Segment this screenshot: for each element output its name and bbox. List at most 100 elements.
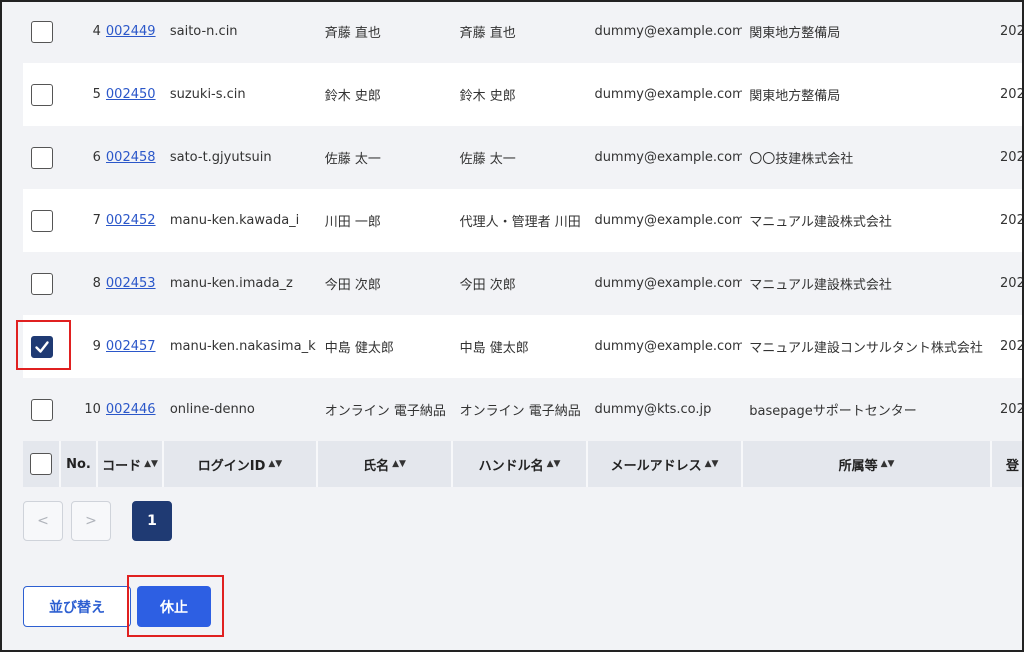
row-checkbox[interactable]: [30, 335, 53, 358]
header-no: No.: [61, 441, 98, 487]
row-checkbox-cell: [23, 83, 61, 106]
row-code-link[interactable]: 002457: [106, 339, 156, 354]
row-registered: 202: [1000, 213, 1024, 228]
table-footer-header: No. コード ▲▼ ログインID ▲▼ 氏名 ▲▼ ハンドル名 ▲▼ メールアドレス ▲…: [23, 441, 1024, 487]
row-registered: 202: [1000, 276, 1024, 291]
row-login-id: saito-n.cin: [169, 24, 238, 39]
row-checkbox[interactable]: [30, 272, 53, 295]
table-row: 9 002457 manu-ken.nakasima_k 中島 健太郎 中島 健太郎 du…: [23, 315, 1024, 378]
row-code-cell: 002446: [106, 402, 163, 417]
row-mail: dummy@example.com: [594, 24, 743, 39]
header-handle[interactable]: ハンドル名 ▲▼: [453, 441, 588, 487]
row-checkbox[interactable]: [30, 20, 53, 43]
row-org: basepageサポートセンター: [749, 404, 917, 419]
row-code-link[interactable]: 002449: [106, 24, 156, 39]
row-code-link[interactable]: 002450: [106, 87, 156, 102]
suspend-button[interactable]: 休止: [137, 586, 211, 627]
row-checkbox[interactable]: [30, 209, 53, 232]
row-checkbox-cell: [23, 272, 61, 295]
row-login-id: manu-ken.imada_z: [169, 276, 293, 291]
pagination: < > 1: [23, 501, 180, 541]
row-mail: dummy@kts.co.jp: [594, 402, 712, 417]
table-row: 4 002449 saito-n.cin 斉藤 直也 斉藤 直也 dummy@exampl…: [23, 0, 1024, 63]
table-row: 10 002446 online-denno オンライン 電子納品 オンライン 電子納品…: [23, 378, 1024, 441]
row-code-link[interactable]: 002452: [106, 213, 156, 228]
sort-icon: ▲▼: [144, 459, 158, 469]
row-handle: 鈴木 史郎: [459, 89, 516, 104]
row-checkbox-cell: [23, 146, 61, 169]
row-login-id: suzuki-s.cin: [169, 87, 246, 102]
header-select-all-cell: [23, 441, 61, 487]
sort-icon: ▲▼: [704, 459, 719, 469]
user-list-page: 4 002449 saito-n.cin 斉藤 直也 斉藤 直也 dummy@exampl…: [0, 0, 1024, 652]
row-number: 6: [92, 150, 101, 165]
row-login-id: manu-ken.kawada_i: [169, 213, 300, 228]
row-code-link[interactable]: 002446: [106, 402, 156, 417]
row-name: 川田 一郎: [324, 215, 381, 230]
sort-button[interactable]: 並び替え: [23, 586, 131, 627]
row-login-id: manu-ken.nakasima_k: [169, 339, 316, 354]
row-number: 8: [92, 276, 101, 291]
row-registered: 202: [1000, 24, 1024, 39]
select-all-checkbox[interactable]: [30, 453, 52, 475]
sort-icon: ▲▼: [546, 459, 561, 469]
table-row: 6 002458 sato-t.gjyutsuin 佐藤 太一 佐藤 太一 dummy@e…: [23, 126, 1024, 189]
row-code-cell: 002452: [106, 213, 163, 228]
row-number: 7: [92, 213, 101, 228]
row-code-cell: 002457: [106, 339, 163, 354]
header-name[interactable]: 氏名 ▲▼: [318, 441, 453, 487]
row-checkbox-cell: [23, 398, 61, 421]
row-handle: 佐藤 太一: [459, 152, 516, 167]
header-org[interactable]: 所属等 ▲▼: [743, 441, 992, 487]
row-number: 5: [92, 87, 101, 102]
row-checkbox-cell: [23, 20, 61, 43]
row-checkbox[interactable]: [30, 146, 53, 169]
row-handle: 代理人・管理者 川田: [459, 215, 581, 230]
sort-icon: ▲▼: [392, 459, 406, 469]
row-code-cell: 002449: [106, 24, 163, 39]
row-code-link[interactable]: 002458: [106, 150, 156, 165]
sort-icon: ▲▼: [268, 459, 283, 469]
row-handle: 今田 次郎: [459, 278, 516, 293]
row-org: 〇〇技建株式会社: [749, 152, 854, 167]
row-number: 4: [92, 24, 101, 39]
row-mail: dummy@example.com: [594, 339, 743, 354]
table-row: 8 002453 manu-ken.imada_z 今田 次郎 今田 次郎 dummy@e…: [23, 252, 1024, 315]
row-name: オンライン 電子納品: [324, 404, 446, 419]
header-mail[interactable]: メールアドレス ▲▼: [588, 441, 743, 487]
row-checkbox-cell: [23, 209, 61, 232]
next-page-button[interactable]: >: [71, 501, 111, 541]
row-mail: dummy@example.com: [594, 87, 743, 102]
row-name: 鈴木 史郎: [324, 89, 381, 104]
row-code-cell: 002450: [106, 87, 163, 102]
row-name: 斉藤 直也: [324, 26, 381, 41]
header-login-id[interactable]: ログインID ▲▼: [164, 441, 318, 487]
row-number: 10: [84, 402, 101, 417]
row-registered: 202: [1000, 87, 1024, 102]
row-checkbox-cell: [23, 335, 61, 358]
row-name: 佐藤 太一: [324, 152, 381, 167]
row-code-cell: 002458: [106, 150, 163, 165]
row-org: マニュアル建設株式会社: [749, 215, 892, 230]
check-icon: [35, 340, 49, 353]
row-checkbox[interactable]: [30, 83, 53, 106]
row-registered: 202: [1000, 402, 1024, 417]
header-code[interactable]: コード ▲▼: [98, 441, 164, 487]
page-1-button[interactable]: 1: [132, 501, 172, 541]
row-login-id: sato-t.gjyutsuin: [169, 150, 272, 165]
row-code-cell: 002453: [106, 276, 163, 291]
row-org: 関東地方整備局: [749, 26, 841, 41]
table-body: 4 002449 saito-n.cin 斉藤 直也 斉藤 直也 dummy@exampl…: [23, 0, 1024, 441]
row-mail: dummy@example.com: [594, 150, 743, 165]
row-number: 9: [92, 339, 101, 354]
table-row: 5 002450 suzuki-s.cin 鈴木 史郎 鈴木 史郎 dummy@examp…: [23, 63, 1024, 126]
prev-page-button[interactable]: <: [23, 501, 63, 541]
row-org: マニュアル建設コンサルタント株式会社: [749, 341, 983, 356]
row-code-link[interactable]: 002453: [106, 276, 156, 291]
header-registered[interactable]: 登: [992, 441, 1024, 487]
row-mail: dummy@example.com: [594, 213, 743, 228]
user-table: 4 002449 saito-n.cin 斉藤 直也 斉藤 直也 dummy@exampl…: [23, 0, 1024, 487]
row-login-id: online-denno: [169, 402, 255, 417]
row-checkbox[interactable]: [30, 398, 53, 421]
row-org: マニュアル建設株式会社: [749, 278, 892, 293]
